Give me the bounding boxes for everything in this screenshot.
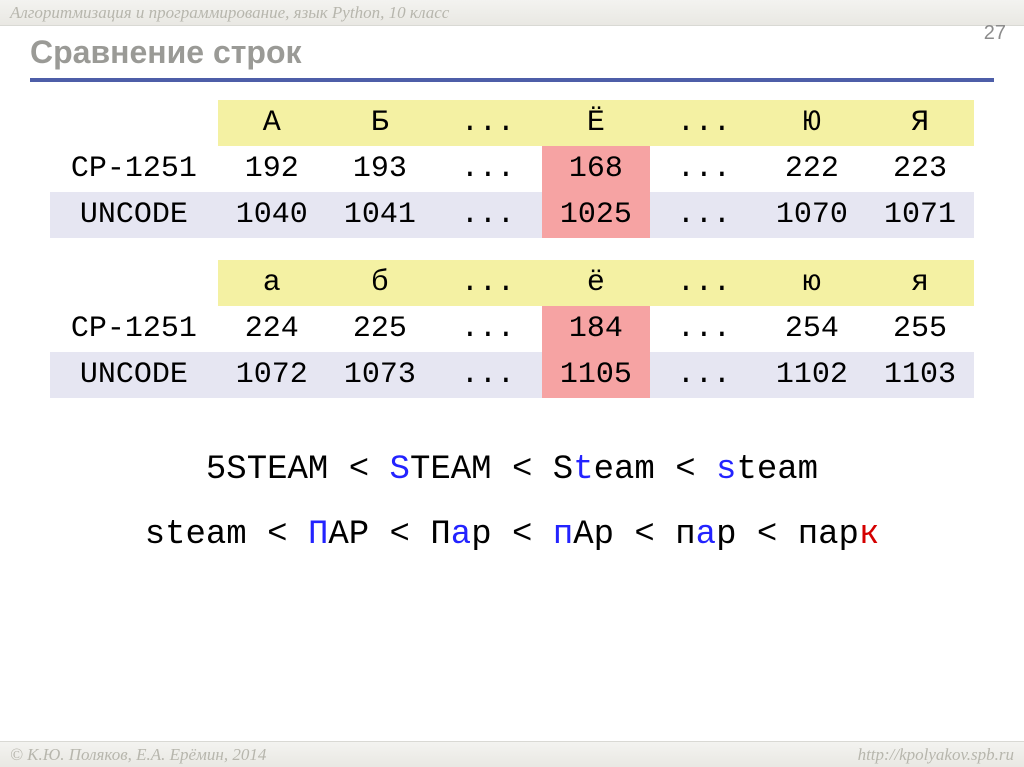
- table-cell: 1073: [326, 352, 434, 398]
- code-table-2: аб...ё...юяCP-1251224225...184...254255U…: [50, 260, 974, 398]
- example-token: team: [736, 451, 818, 489]
- row-label: CP-1251: [50, 306, 218, 352]
- example-token: t: [573, 451, 593, 489]
- examples: 5STEAM < STEAM < Steam < steam steam < П…: [50, 438, 974, 567]
- example-token: к: [859, 516, 879, 554]
- table-cell: 225: [326, 306, 434, 352]
- example-token: П: [308, 516, 328, 554]
- table-cell: 1103: [866, 352, 974, 398]
- table-cell: 222: [758, 146, 866, 192]
- table-cell: ...: [650, 192, 758, 238]
- tables-container: АБ...Ё...ЮЯCP-1251192193...168...222223U…: [50, 100, 974, 398]
- example-line-1: 5STEAM < STEAM < Steam < steam: [50, 438, 974, 503]
- table-cell: 1071: [866, 192, 974, 238]
- example-token: а: [451, 516, 471, 554]
- example-token: <: [655, 451, 716, 489]
- footer-url: http://kpolyakov.spb.ru: [858, 742, 1014, 767]
- table-cell: 1040: [218, 192, 326, 238]
- example-token: <: [492, 451, 553, 489]
- example-token: steam: [145, 516, 247, 554]
- table-cell: 1070: [758, 192, 866, 238]
- example-token: s: [716, 451, 736, 489]
- table-cell: 1102: [758, 352, 866, 398]
- example-token: <: [247, 516, 308, 554]
- code-table-1: АБ...Ё...ЮЯCP-1251192193...168...222223U…: [50, 100, 974, 238]
- table-header-cell: ю: [758, 260, 866, 306]
- table-header-cell: Ю: [758, 100, 866, 146]
- top-bar: Алгоритмизация и программирование, язык …: [0, 0, 1024, 26]
- table-header-cell: [50, 100, 218, 146]
- example-token: <: [328, 451, 389, 489]
- table-cell: ...: [434, 352, 542, 398]
- example-token: Ар: [573, 516, 614, 554]
- example-token: р: [716, 516, 736, 554]
- table-cell: 255: [866, 306, 974, 352]
- table-header-cell: Б: [326, 100, 434, 146]
- table-cell: 192: [218, 146, 326, 192]
- table-header-cell: ...: [650, 260, 758, 306]
- example-token: 5STEAM: [206, 451, 328, 489]
- breadcrumb: Алгоритмизация и программирование, язык …: [0, 3, 449, 22]
- table-cell: 168: [542, 146, 650, 192]
- page-title: Сравнение строк: [30, 34, 302, 71]
- table-cell: 184: [542, 306, 650, 352]
- row-label: UNCODE: [50, 192, 218, 238]
- title-rule: [30, 78, 994, 82]
- table-header-cell: Ё: [542, 100, 650, 146]
- table-cell: 193: [326, 146, 434, 192]
- example-token: пар: [798, 516, 859, 554]
- table-cell: 254: [758, 306, 866, 352]
- table-header-cell: [50, 260, 218, 306]
- table-header-cell: а: [218, 260, 326, 306]
- table-cell: 1105: [542, 352, 650, 398]
- table-cell: ...: [650, 352, 758, 398]
- example-token: П: [430, 516, 450, 554]
- table-cell: 224: [218, 306, 326, 352]
- example-token: <: [369, 516, 430, 554]
- content: АБ...Ё...ЮЯCP-1251192193...168...222223U…: [50, 100, 974, 567]
- table-cell: ...: [650, 306, 758, 352]
- table-cell: 1041: [326, 192, 434, 238]
- example-token: <: [492, 516, 553, 554]
- row-label: UNCODE: [50, 352, 218, 398]
- example-token: eam: [594, 451, 655, 489]
- table-header-cell: ...: [434, 260, 542, 306]
- example-token: TEAM: [410, 451, 492, 489]
- table-header-cell: Я: [866, 100, 974, 146]
- example-token: S: [390, 451, 410, 489]
- example-token: <: [614, 516, 675, 554]
- table-cell: ...: [434, 306, 542, 352]
- example-token: р: [471, 516, 491, 554]
- table-cell: 1072: [218, 352, 326, 398]
- table-header-cell: я: [866, 260, 974, 306]
- table-cell: ...: [434, 146, 542, 192]
- table-cell: 223: [866, 146, 974, 192]
- table-cell: ...: [434, 192, 542, 238]
- example-token: АР: [328, 516, 369, 554]
- example-token: п: [553, 516, 573, 554]
- table-header-cell: А: [218, 100, 326, 146]
- example-token: <: [736, 516, 797, 554]
- table-header-cell: б: [326, 260, 434, 306]
- page-number: 27: [984, 22, 1006, 45]
- table-header-cell: ...: [650, 100, 758, 146]
- table-header-cell: ...: [434, 100, 542, 146]
- table-cell: 1025: [542, 192, 650, 238]
- example-token: п: [675, 516, 695, 554]
- example-line-2: steam < ПАР < Пар < пАр < пар < парк: [50, 503, 974, 568]
- table-header-cell: ё: [542, 260, 650, 306]
- example-token: S: [553, 451, 573, 489]
- table-cell: ...: [650, 146, 758, 192]
- example-token: а: [696, 516, 716, 554]
- footer-copyright: © К.Ю. Поляков, Е.А. Ерёмин, 2014: [10, 742, 266, 767]
- bottom-bar: © К.Ю. Поляков, Е.А. Ерёмин, 2014 http:/…: [0, 741, 1024, 767]
- row-label: CP-1251: [50, 146, 218, 192]
